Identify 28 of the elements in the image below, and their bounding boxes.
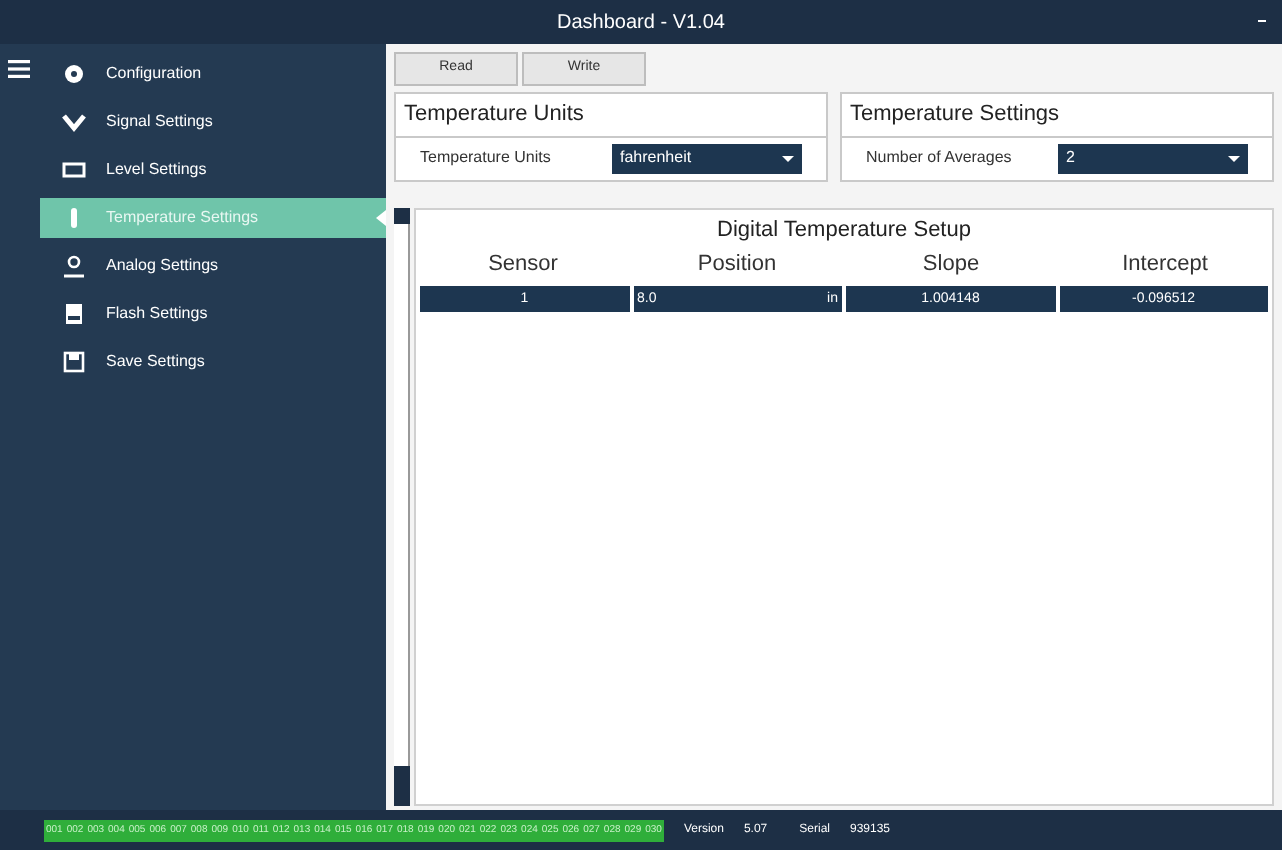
dropdown-caret-icon <box>1228 155 1240 161</box>
panel-title: Digital Temperature Setup <box>717 215 971 245</box>
column-header: Sensor <box>486 250 560 280</box>
person-icon <box>62 254 86 278</box>
units-dropdown[interactable]: fahrenheit <box>612 143 802 173</box>
save-icon <box>62 350 86 374</box>
sidebar-item[interactable]: Configuration <box>40 54 386 94</box>
rectangle-icon <box>62 158 86 182</box>
gear-icon <box>62 62 86 86</box>
column-header: Slope <box>920 250 982 280</box>
chevron-icon <box>62 110 86 134</box>
field-label: Number of Averages <box>866 146 1012 170</box>
sidebar-item[interactable]: Flash Settings <box>40 294 386 334</box>
menu-icon[interactable] <box>8 60 30 78</box>
averages-dropdown[interactable]: 2 <box>1058 143 1248 173</box>
window-title: Dashboard - V1.04 <box>557 9 725 37</box>
group-title: Temperature Units <box>396 94 826 137</box>
scroll-up-icon[interactable] <box>394 207 410 223</box>
sidebar-item[interactable]: Level Settings <box>40 150 386 190</box>
drive-icon <box>62 302 86 326</box>
sidebar-item[interactable]: Save Settings <box>40 342 386 382</box>
column-header: Intercept <box>1120 250 1210 280</box>
sidebar-item[interactable]: Signal Settings <box>40 102 386 142</box>
field-label: Temperature Units <box>420 146 551 170</box>
column-header: Position <box>695 250 779 280</box>
group-title: Temperature Settings <box>842 94 1272 137</box>
dropdown-caret-icon <box>782 155 794 161</box>
sidebar-item[interactable]: Analog Settings <box>40 246 386 286</box>
